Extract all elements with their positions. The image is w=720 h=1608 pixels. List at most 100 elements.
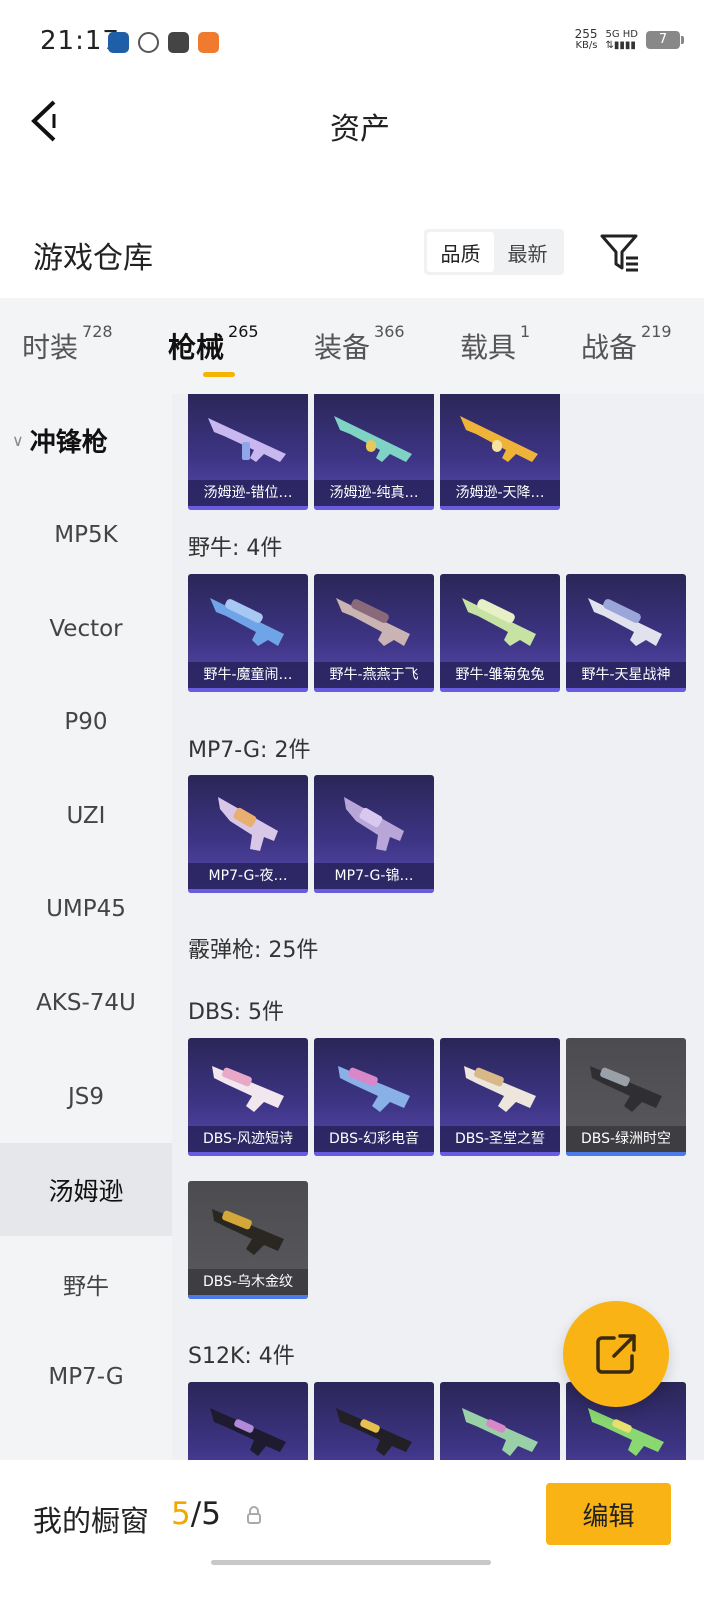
weapon-image	[344, 797, 404, 851]
sort-toggle: 品质 最新	[424, 229, 564, 275]
quality-stripe	[440, 1152, 560, 1156]
showcase-total: 5	[201, 1496, 221, 1532]
skin-card-name: 野牛-燕燕于飞	[314, 662, 434, 688]
page-title: 资产	[330, 112, 390, 147]
skin-card-name: 汤姆逊-纯真…	[314, 480, 434, 506]
tab-vehicles[interactable]: 载具 1	[460, 322, 530, 366]
store-icon	[198, 32, 219, 53]
skin-card[interactable]	[314, 1382, 434, 1460]
tab-firearms[interactable]: 枪械 265	[168, 322, 259, 366]
quality-stripe	[188, 1295, 308, 1299]
sidebar-item-mp5k[interactable]: MP5K	[0, 488, 172, 581]
tab-label: 枪械	[168, 331, 225, 364]
skin-card[interactable]: MP7-G-锦…	[314, 775, 434, 893]
skin-card[interactable]: 野牛-天星战神	[566, 574, 686, 692]
skin-card[interactable]: 野牛-魔童闹…	[188, 574, 308, 692]
skin-card-name: DBS-乌木金纹	[188, 1269, 308, 1295]
quality-stripe	[566, 1152, 686, 1156]
skin-card[interactable]	[440, 1382, 560, 1460]
skin-card-name: DBS-幻彩电音	[314, 1126, 434, 1152]
weapon-image	[460, 416, 538, 462]
skin-card[interactable]: 野牛-雏菊兔兔	[440, 574, 560, 692]
sidebar-item-thompson[interactable]: 汤姆逊	[0, 1143, 172, 1236]
quality-stripe	[440, 688, 560, 692]
weapon-image	[462, 598, 536, 646]
quality-stripe	[440, 506, 560, 510]
skin-card[interactable]: DBS-风迹短诗	[188, 1038, 308, 1156]
warehouse-title: 游戏仓库	[33, 241, 153, 276]
skin-card[interactable]: 野牛-燕燕于飞	[314, 574, 434, 692]
skin-card[interactable]: 汤姆逊-天降…	[440, 394, 560, 510]
net-speed-value: 255	[574, 27, 598, 41]
sort-quality-button[interactable]: 品质	[427, 232, 494, 272]
sidebar-group-smg[interactable]: ∨ 冲锋枪	[12, 422, 108, 459]
tab-equipment[interactable]: 装备 366	[314, 322, 405, 366]
filter-icon	[600, 234, 638, 272]
skin-card[interactable]: DBS-绿洲时空	[566, 1038, 686, 1156]
weapon-image	[338, 1066, 410, 1112]
weapon-image	[210, 598, 284, 646]
showcase-current: 5	[171, 1496, 191, 1532]
skin-card[interactable]: MP7-G-夜…	[188, 775, 308, 893]
weapon-image	[208, 418, 286, 462]
app-icon-1	[108, 32, 129, 53]
sidebar-item-aks74u[interactable]: AKS-74U	[0, 956, 172, 1049]
skin-card[interactable]: 汤姆逊-错位…	[188, 394, 308, 510]
mail-icon	[168, 32, 189, 53]
home-indicator[interactable]	[211, 1560, 491, 1565]
skin-card[interactable]: DBS-幻彩电音	[314, 1038, 434, 1156]
sidebar-item-mp7g[interactable]: MP7-G	[0, 1330, 172, 1423]
sidebar-item-vector[interactable]: Vector	[0, 582, 172, 675]
bottom-bar: 我的橱窗 5/5 编辑	[0, 1460, 720, 1608]
sidebar-item-ump45[interactable]: UMP45	[0, 862, 172, 955]
skin-card-name: 野牛-雏菊兔兔	[440, 662, 560, 688]
active-tab-indicator	[203, 372, 235, 377]
skin-card-name: DBS-绿洲时空	[566, 1126, 686, 1152]
quality-stripe	[314, 688, 434, 692]
lock-icon	[247, 1506, 261, 1524]
tab-supplies[interactable]: 战备 219	[581, 322, 672, 366]
net-speed-unit: KB/s	[575, 40, 598, 51]
sort-newest-button[interactable]: 最新	[494, 232, 561, 272]
skin-card-name: MP7-G-夜…	[188, 863, 308, 889]
weapon-image	[218, 797, 278, 851]
tab-count: 728	[82, 322, 113, 341]
section-label-dbs: DBS: 5件	[188, 1000, 285, 1025]
skin-card-name: 汤姆逊-错位…	[188, 480, 308, 506]
weapon-image	[212, 1209, 284, 1255]
sidebar-item-js9[interactable]: JS9	[0, 1050, 172, 1143]
weapon-image	[210, 1408, 286, 1456]
share-external-icon	[596, 1334, 636, 1374]
quality-stripe	[314, 506, 434, 510]
quality-stripe	[314, 1152, 434, 1156]
skin-card[interactable]: DBS-乌木金纹	[188, 1181, 308, 1299]
quality-stripe	[188, 1152, 308, 1156]
network-type: 5G HD	[605, 29, 638, 40]
weapon-grid: 汤姆逊-错位… 汤姆逊-纯真… 汤姆逊-天降… 野牛: 4件 野牛-魔童闹… 野…	[172, 394, 704, 1460]
share-button[interactable]	[563, 1301, 669, 1407]
showcase-count: 5/5	[171, 1496, 221, 1532]
sidebar-item-p90[interactable]: P90	[0, 675, 172, 768]
skin-card[interactable]: DBS-圣堂之誓	[440, 1038, 560, 1156]
weapon-sidebar: ∨ 冲锋枪 MP5K Vector P90 UZI UMP45 AKS-74U …	[0, 394, 172, 1460]
skin-card[interactable]	[188, 1382, 308, 1460]
edit-button[interactable]: 编辑	[546, 1483, 671, 1545]
quality-stripe	[188, 506, 308, 510]
filter-button[interactable]	[598, 230, 642, 274]
section-label-shotgun: 霰弹枪: 25件	[188, 938, 319, 963]
signal-icon: 5G HD ⇅▮▮▮▮	[605, 29, 638, 51]
weapon-image	[588, 598, 662, 646]
skin-card-name: 野牛-魔童闹…	[188, 662, 308, 688]
tab-label: 装备	[314, 331, 371, 364]
tab-fashion[interactable]: 时装 728	[22, 322, 113, 366]
weapon-image	[590, 1066, 662, 1112]
sidebar-group-label: 冲锋枪	[29, 428, 108, 458]
sidebar-item-bizon[interactable]: 野牛	[0, 1237, 172, 1330]
skin-card[interactable]: 汤姆逊-纯真…	[314, 394, 434, 510]
quality-stripe	[188, 688, 308, 692]
quality-stripe	[566, 688, 686, 692]
section-label-s12k: S12K: 4件	[188, 1344, 295, 1369]
weapon-image	[212, 1066, 284, 1112]
sidebar-item-uzi[interactable]: UZI	[0, 769, 172, 862]
chevron-down-icon: ∨	[12, 431, 24, 450]
